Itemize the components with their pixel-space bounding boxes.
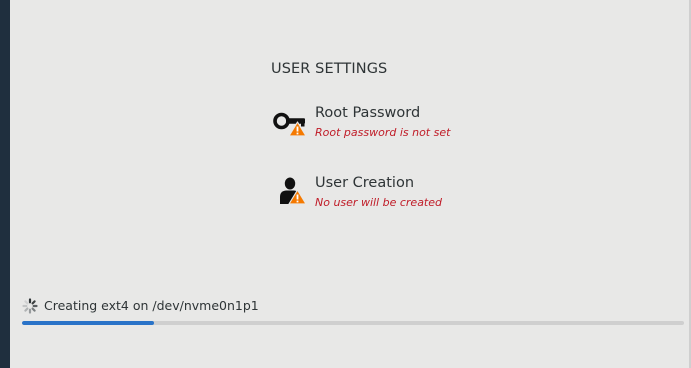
spoke-title: User Creation <box>315 175 415 191</box>
left-sidebar-edge <box>0 0 10 368</box>
progress-status-text: Creating ext4 on /dev/nvme0n1p1 <box>44 298 259 313</box>
progress-bar <box>22 321 684 325</box>
install-progress: Creating ext4 on /dev/nvme0n1p1 <box>22 296 684 328</box>
user-icon <box>272 175 310 213</box>
spoke-status: Root password is not set <box>315 126 451 139</box>
spoke-root-password[interactable]: Root Password Root password is not set <box>272 105 532 145</box>
progress-bar-fill <box>22 321 155 325</box>
section-title: USER SETTINGS <box>271 61 388 77</box>
spinner-icon <box>22 298 38 314</box>
spoke-status: No user will be created <box>315 196 442 209</box>
spoke-user-creation[interactable]: User Creation No user will be created <box>272 175 532 215</box>
key-icon <box>272 105 310 143</box>
spoke-title: Root Password <box>315 105 421 121</box>
